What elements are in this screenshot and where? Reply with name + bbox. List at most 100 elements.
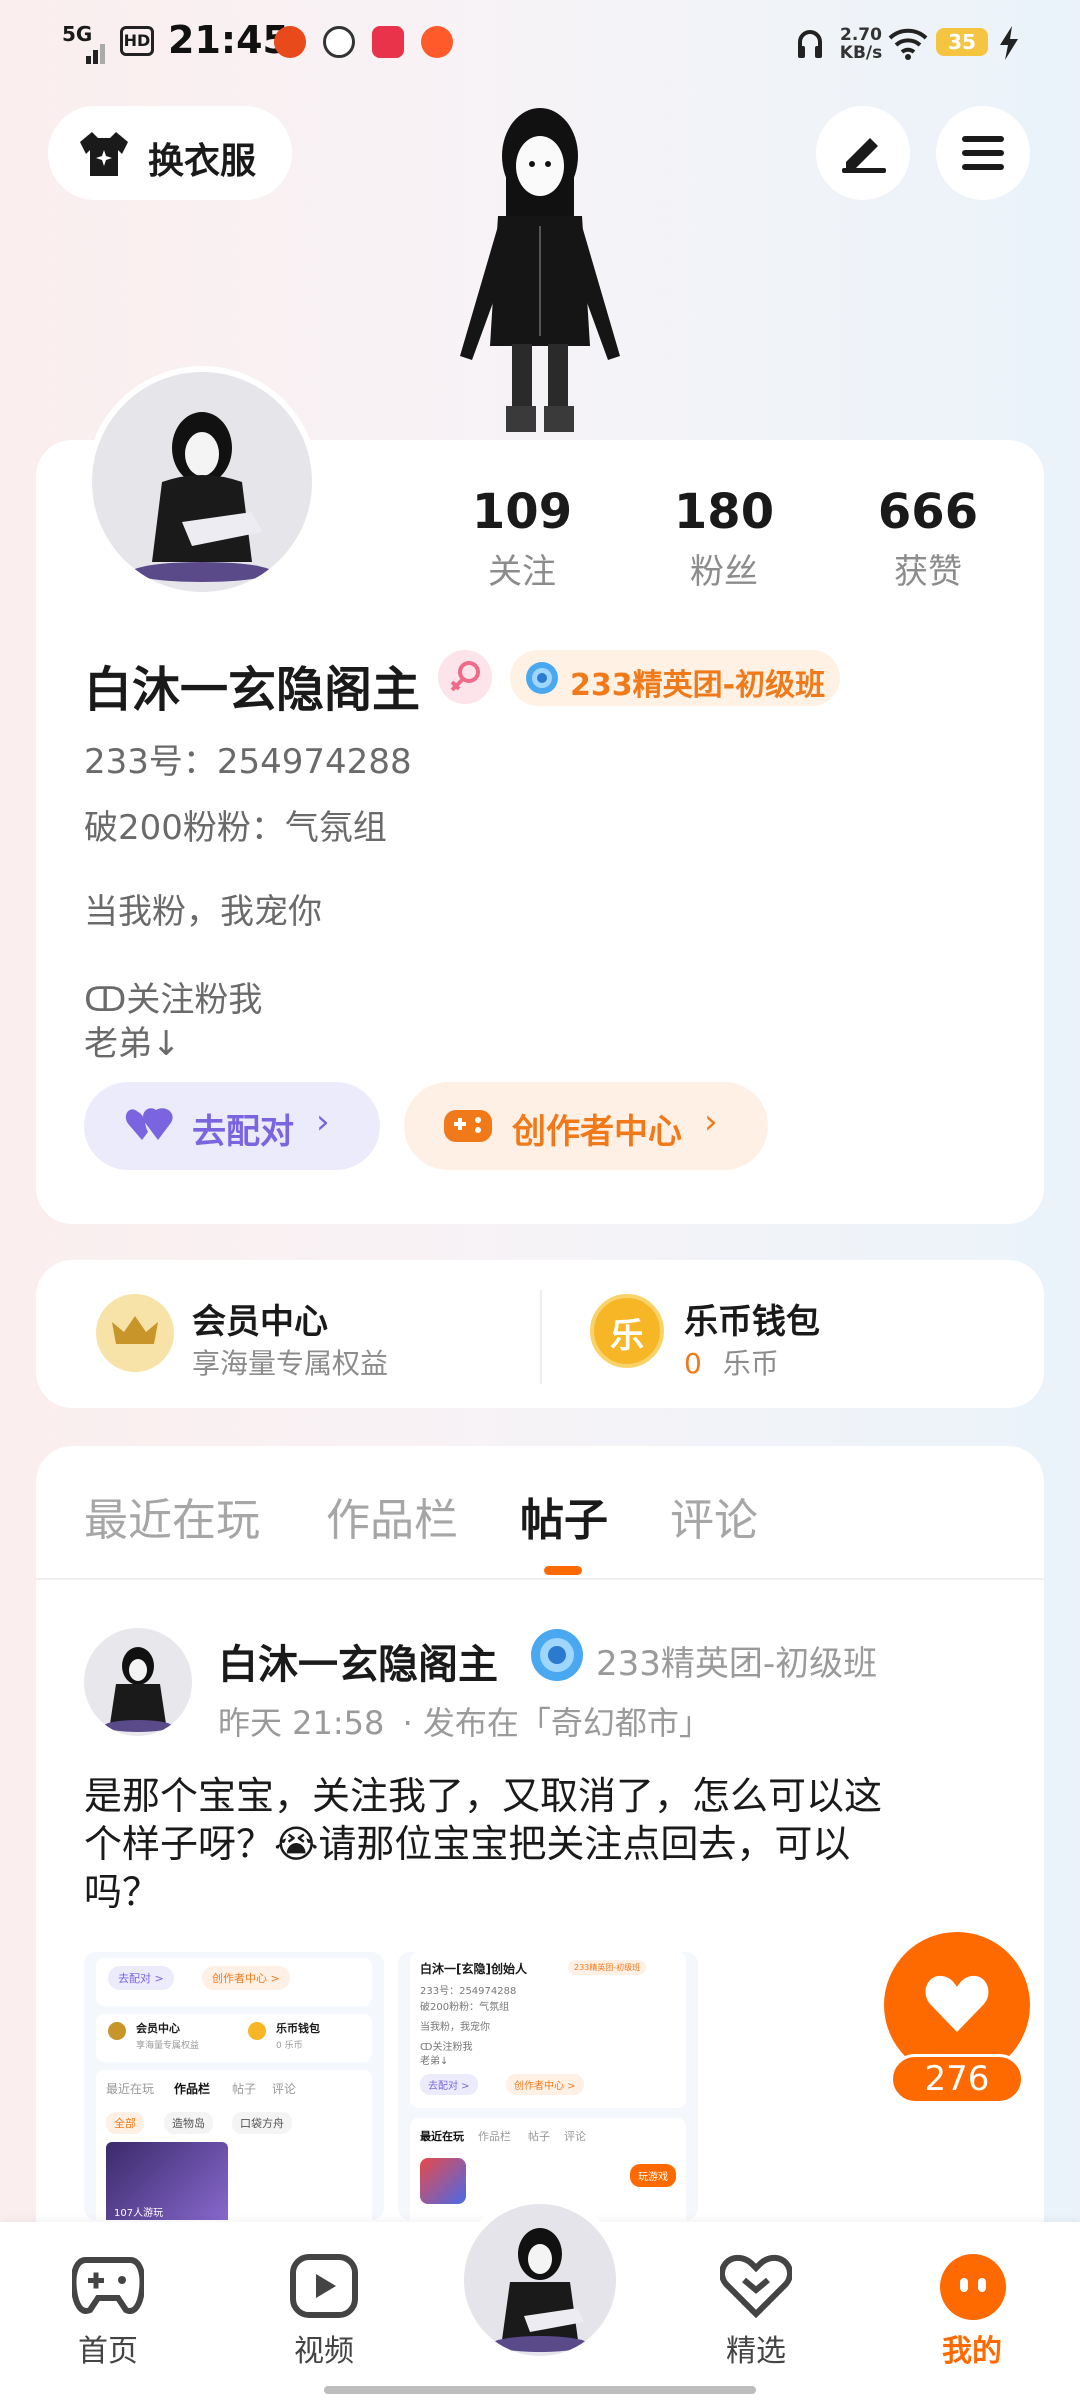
- vip-center-title: 会员中心: [192, 1302, 328, 1342]
- vip-center-subtitle: 享海量专属权益: [192, 1347, 389, 1380]
- thumb-coin-icon: [248, 2022, 266, 2040]
- clock: 21:45: [168, 18, 289, 62]
- medal-icon: [526, 662, 558, 694]
- thumb-vip-sub: 享海量专属权益: [136, 2041, 200, 2051]
- avatar-character-figure[interactable]: [440, 86, 640, 446]
- gamepad-icon: [444, 1110, 492, 1142]
- thumb-chip: 全部: [106, 2112, 144, 2134]
- menu-button[interactable]: [936, 106, 1030, 200]
- thumb-wallet-label: 乐币钱包: [276, 2022, 320, 2035]
- tab-works[interactable]: 作品栏: [326, 1484, 458, 1548]
- thumb-id: 233号：254974288: [420, 1986, 517, 1997]
- pen-icon: [842, 138, 886, 173]
- thumb-match-label: 去配对 >: [108, 1966, 174, 1990]
- followers-count: 180: [673, 484, 775, 540]
- headphone-icon: [796, 26, 824, 64]
- thumb-tab: 帖子: [232, 2082, 257, 2096]
- stat-likes[interactable]: 666 获赞: [848, 484, 1008, 593]
- app-notification-icon: [372, 26, 405, 58]
- edit-button[interactable]: [816, 106, 910, 200]
- post-body[interactable]: 是那个宝宝，关注我了，又取消了，怎么可以这 个样子呀？😭请那位宝宝把关注点回去，…: [84, 1772, 1004, 1916]
- thumb-wallet-sub: 0 乐币: [276, 2041, 303, 2051]
- hd-icon: HD: [120, 26, 154, 56]
- following-count: 109: [471, 484, 573, 540]
- thumb-game-icon: [420, 2158, 466, 2204]
- thumb-chip: 口袋方舟: [232, 2112, 292, 2134]
- home-indicator[interactable]: [324, 2386, 756, 2394]
- wallet-amount: 0: [684, 1347, 702, 1380]
- wallet-balance: 0 乐币: [684, 1342, 779, 1382]
- status-bar: 5G HD 21:45 2.70 KB/s 35: [0, 0, 1080, 84]
- post-image[interactable]: 白沐一[玄隐]创始人 233精英团-初级班 233号：254974288 破20…: [398, 1952, 698, 2220]
- avatar[interactable]: [86, 366, 318, 598]
- heart-icon: [925, 1975, 989, 2032]
- thumb-tab: 最近在玩: [420, 2130, 464, 2143]
- post-meta: 昨天 21:58 · 发布在「奇幻都市」: [218, 1698, 711, 1744]
- nav-featured-label: 精选: [726, 2334, 786, 2369]
- likes-count: 666: [877, 484, 979, 540]
- bio-line: ↀ关注粉我: [84, 980, 263, 1020]
- change-outfit-label: 换衣服: [148, 141, 257, 182]
- nav-video-label: 视频: [294, 2334, 354, 2369]
- post-image[interactable]: 去配对 > 创作者中心 > 会员中心 享海量专属权益 乐币钱包 0 乐币 最近在…: [84, 1952, 384, 2220]
- tab-comments[interactable]: 评论: [670, 1484, 758, 1548]
- group-info: 破200粉粉：气氛组: [84, 808, 387, 848]
- app-notification-icon: [274, 26, 306, 58]
- nav-avatar-button[interactable]: [456, 2196, 624, 2364]
- notification-icons: [274, 26, 454, 62]
- nav-home[interactable]: 首页: [38, 2244, 178, 2374]
- group-badge-label: 233精英团-初级班: [570, 668, 826, 703]
- app-notification-icon: [421, 26, 454, 58]
- hamburger-menu-icon: [962, 136, 1004, 170]
- wifi-icon: [888, 28, 928, 64]
- user-name: 白沐一玄隐阁主: [84, 662, 421, 718]
- divider: [540, 1290, 542, 1384]
- tab-posts[interactable]: 帖子: [520, 1484, 608, 1548]
- thumb-group: 破200粉粉：气氛组: [420, 2002, 510, 2013]
- stat-following[interactable]: 109 关注: [442, 484, 602, 593]
- nav-featured[interactable]: 精选: [686, 2244, 826, 2374]
- nav-mine[interactable]: 我的: [902, 2244, 1042, 2374]
- chevron-right-icon: ›: [316, 1102, 330, 1142]
- tab-divider: [36, 1578, 1044, 1580]
- active-tab-indicator: [544, 1566, 582, 1575]
- thumb-tab: 评论: [272, 2082, 297, 2096]
- chevron-right-icon: ›: [704, 1102, 718, 1142]
- thumb-bio: ↀ关注粉我: [420, 2042, 473, 2053]
- creator-center-button[interactable]: 创作者中心 ›: [404, 1082, 768, 1170]
- change-outfit-button[interactable]: 换衣服: [48, 106, 292, 200]
- thumb-crown-icon: [108, 2022, 126, 2040]
- thumb-tab: 帖子: [528, 2130, 550, 2143]
- followers-label: 粉丝: [690, 552, 758, 592]
- post-text-line: 是那个宝宝，关注我了，又取消了，怎么可以这: [84, 1774, 883, 1818]
- match-button-label: 去配对: [192, 1112, 294, 1152]
- stat-followers[interactable]: 180 粉丝: [644, 484, 804, 593]
- thumb-tab: 评论: [564, 2130, 586, 2143]
- match-button[interactable]: 去配对 ›: [84, 1082, 380, 1170]
- tab-recent-played[interactable]: 最近在玩: [84, 1484, 260, 1548]
- medal-icon: [531, 1629, 583, 1681]
- group-badge[interactable]: 233精英团-初级班: [510, 650, 840, 706]
- play-video-icon: [290, 2254, 358, 2318]
- battery-icon: 35: [936, 28, 988, 56]
- post-author-avatar[interactable]: [84, 1628, 192, 1736]
- wallet-unit: 乐币: [722, 1347, 779, 1380]
- gamepad-icon: [72, 2257, 144, 2314]
- thumb-play-count: 107人游玩: [114, 2208, 164, 2219]
- thumb-creator-label: 创作者中心 >: [506, 2074, 584, 2095]
- likes-label: 获赞: [894, 552, 962, 592]
- thumb-play-button: 玩游戏: [630, 2164, 676, 2187]
- thumb-name: 白沐一[玄隐]创始人: [420, 1962, 527, 1976]
- post-location[interactable]: · 发布在「奇幻都市」: [403, 1704, 711, 1742]
- like-count: 276: [890, 2054, 1024, 2104]
- user-id: 233号：254974288: [84, 742, 412, 782]
- thumb-bio: 当我粉，我宠你: [420, 2022, 490, 2033]
- post-author-name[interactable]: 白沐一玄隐阁主: [218, 1632, 498, 1690]
- thumb-vip-label: 会员中心: [136, 2022, 180, 2035]
- charging-icon: [998, 26, 1020, 64]
- nav-video[interactable]: 视频: [254, 2244, 394, 2374]
- wallet-title: 乐币钱包: [684, 1302, 820, 1342]
- post-text-line: 吗？: [84, 1870, 161, 1914]
- thumb-tab: 作品栏: [174, 2082, 211, 2096]
- network-speed: 2.70 KB/s: [839, 25, 883, 63]
